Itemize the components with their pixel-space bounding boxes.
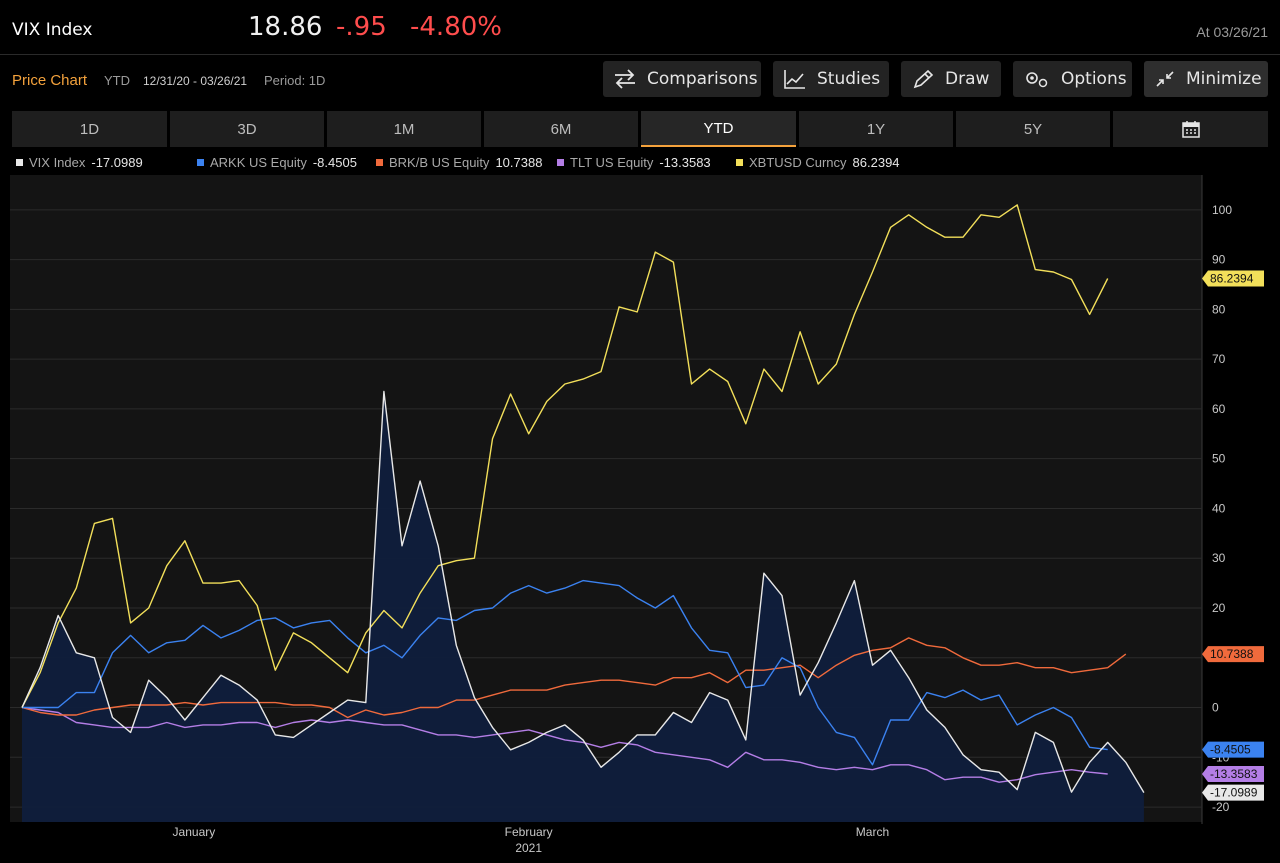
- tab-5y[interactable]: 5Y: [956, 111, 1110, 147]
- tab-1m[interactable]: 1M: [327, 111, 481, 147]
- tab-1d[interactable]: 1D: [12, 111, 167, 147]
- last-value-tag: -17.0989: [1202, 784, 1264, 801]
- legend-swatch: [557, 159, 564, 166]
- draw-label: Draw: [945, 69, 990, 89]
- legend-name: BRK/B US Equity: [389, 155, 490, 170]
- comparisons-button[interactable]: Comparisons: [603, 61, 761, 97]
- last-value-label: -8.4505: [1210, 743, 1251, 757]
- last-value-label: 86.2394: [1210, 272, 1254, 286]
- tab-calendar[interactable]: [1113, 111, 1268, 147]
- legend-item-vix[interactable]: VIX Index -17.0989: [16, 155, 143, 170]
- y-tick-label: 80: [1212, 302, 1226, 316]
- y-tick-label: 50: [1212, 452, 1226, 466]
- legend-name: XBTUSD Curncy: [749, 155, 847, 170]
- percent-change: -4.80%: [410, 12, 502, 42]
- last-value-tag: -13.3583: [1202, 766, 1264, 783]
- header-bar: VIX Index 18.86 -.95 -4.80% At 03/26/21: [0, 0, 1280, 55]
- legend-item-brk[interactable]: BRK/B US Equity 10.7388: [376, 155, 542, 170]
- legend-swatch: [197, 159, 204, 166]
- y-tick-label: 100: [1212, 203, 1232, 217]
- legend-swatch: [376, 159, 383, 166]
- y-tick-label: 0: [1212, 701, 1219, 715]
- period-label: Period: 1D: [264, 73, 326, 88]
- legend-item-tlt[interactable]: TLT US Equity -13.3583: [557, 155, 711, 170]
- last-value-label: 10.7388: [1210, 647, 1254, 661]
- last-value-label: -13.3583: [1210, 767, 1258, 781]
- draw-button[interactable]: Draw: [901, 61, 1001, 97]
- last-value-tag: 10.7388: [1202, 646, 1264, 663]
- y-tick-label: 20: [1212, 601, 1226, 615]
- x-tick-label: January: [173, 825, 216, 839]
- minimize-icon: [1156, 71, 1174, 87]
- comparisons-label: Comparisons: [647, 69, 758, 89]
- x-tick-label: March: [856, 825, 889, 839]
- last-value-tag: 86.2394: [1202, 270, 1264, 287]
- last-value-tag: -8.4505: [1202, 741, 1264, 758]
- options-button[interactable]: Options: [1013, 61, 1132, 97]
- legend-value: -8.4505: [312, 155, 357, 170]
- tab-3d[interactable]: 3D: [170, 111, 324, 147]
- line-chart-icon: [784, 70, 805, 89]
- x-tick-label: February: [505, 825, 553, 839]
- legend-name: TLT US Equity: [570, 155, 654, 170]
- legend-name: VIX Index: [29, 155, 86, 170]
- chart-toolbar: Price Chart YTD 12/31/20 - 03/26/21 Peri…: [0, 56, 1280, 104]
- chart-legend: VIX Index -17.0989 ARKK US Equity -8.450…: [0, 152, 1280, 172]
- y-tick-label: 30: [1212, 551, 1226, 565]
- date-range: 12/31/20 - 03/26/21: [143, 74, 248, 88]
- options-label: Options: [1061, 69, 1127, 89]
- range-mode: YTD: [104, 73, 130, 88]
- legend-value: 86.2394: [852, 155, 900, 170]
- last-value-label: -17.0989: [1210, 786, 1258, 800]
- legend-value: -13.3583: [659, 155, 711, 170]
- legend-item-xbt[interactable]: XBTUSD Curncy 86.2394: [736, 155, 900, 170]
- legend-value: -17.0989: [91, 155, 143, 170]
- studies-button[interactable]: Studies: [773, 61, 889, 97]
- period-tabs: 1D 3D 1M 6M YTD 1Y 5Y: [12, 111, 1268, 147]
- as-of-date: At 03/26/21: [1196, 24, 1268, 40]
- legend-item-arkk[interactable]: ARKK US Equity -8.4505: [197, 155, 357, 170]
- pencil-icon: [913, 69, 934, 89]
- studies-label: Studies: [817, 69, 881, 89]
- y-tick-label: 90: [1212, 253, 1226, 267]
- tab-1y[interactable]: 1Y: [799, 111, 953, 147]
- price-chart[interactable]: 1009080706050403020100-10-20JanuaryFebru…: [0, 175, 1280, 863]
- legend-swatch: [16, 159, 23, 166]
- tab-ytd[interactable]: YTD: [641, 111, 796, 147]
- minimize-button[interactable]: Minimize: [1144, 61, 1268, 97]
- y-tick-label: 40: [1212, 501, 1226, 515]
- x-year-label: 2021: [515, 841, 542, 855]
- calendar-icon: [1181, 121, 1200, 138]
- tab-6m[interactable]: 6M: [484, 111, 638, 147]
- y-tick-label: -20: [1212, 800, 1230, 814]
- minimize-label: Minimize: [1186, 69, 1262, 89]
- y-tick-label: 70: [1212, 352, 1226, 366]
- legend-name: ARKK US Equity: [210, 155, 307, 170]
- net-change: -.95: [336, 12, 387, 42]
- last-price: 18.86: [248, 12, 323, 42]
- y-tick-label: 60: [1212, 402, 1226, 416]
- legend-swatch: [736, 159, 743, 166]
- gear-icon: [1026, 72, 1048, 88]
- ticker-name: VIX Index: [12, 20, 93, 40]
- legend-value: 10.7388: [495, 155, 543, 170]
- swap-arrows-icon: [615, 69, 635, 89]
- price-chart-title: Price Chart: [12, 72, 88, 89]
